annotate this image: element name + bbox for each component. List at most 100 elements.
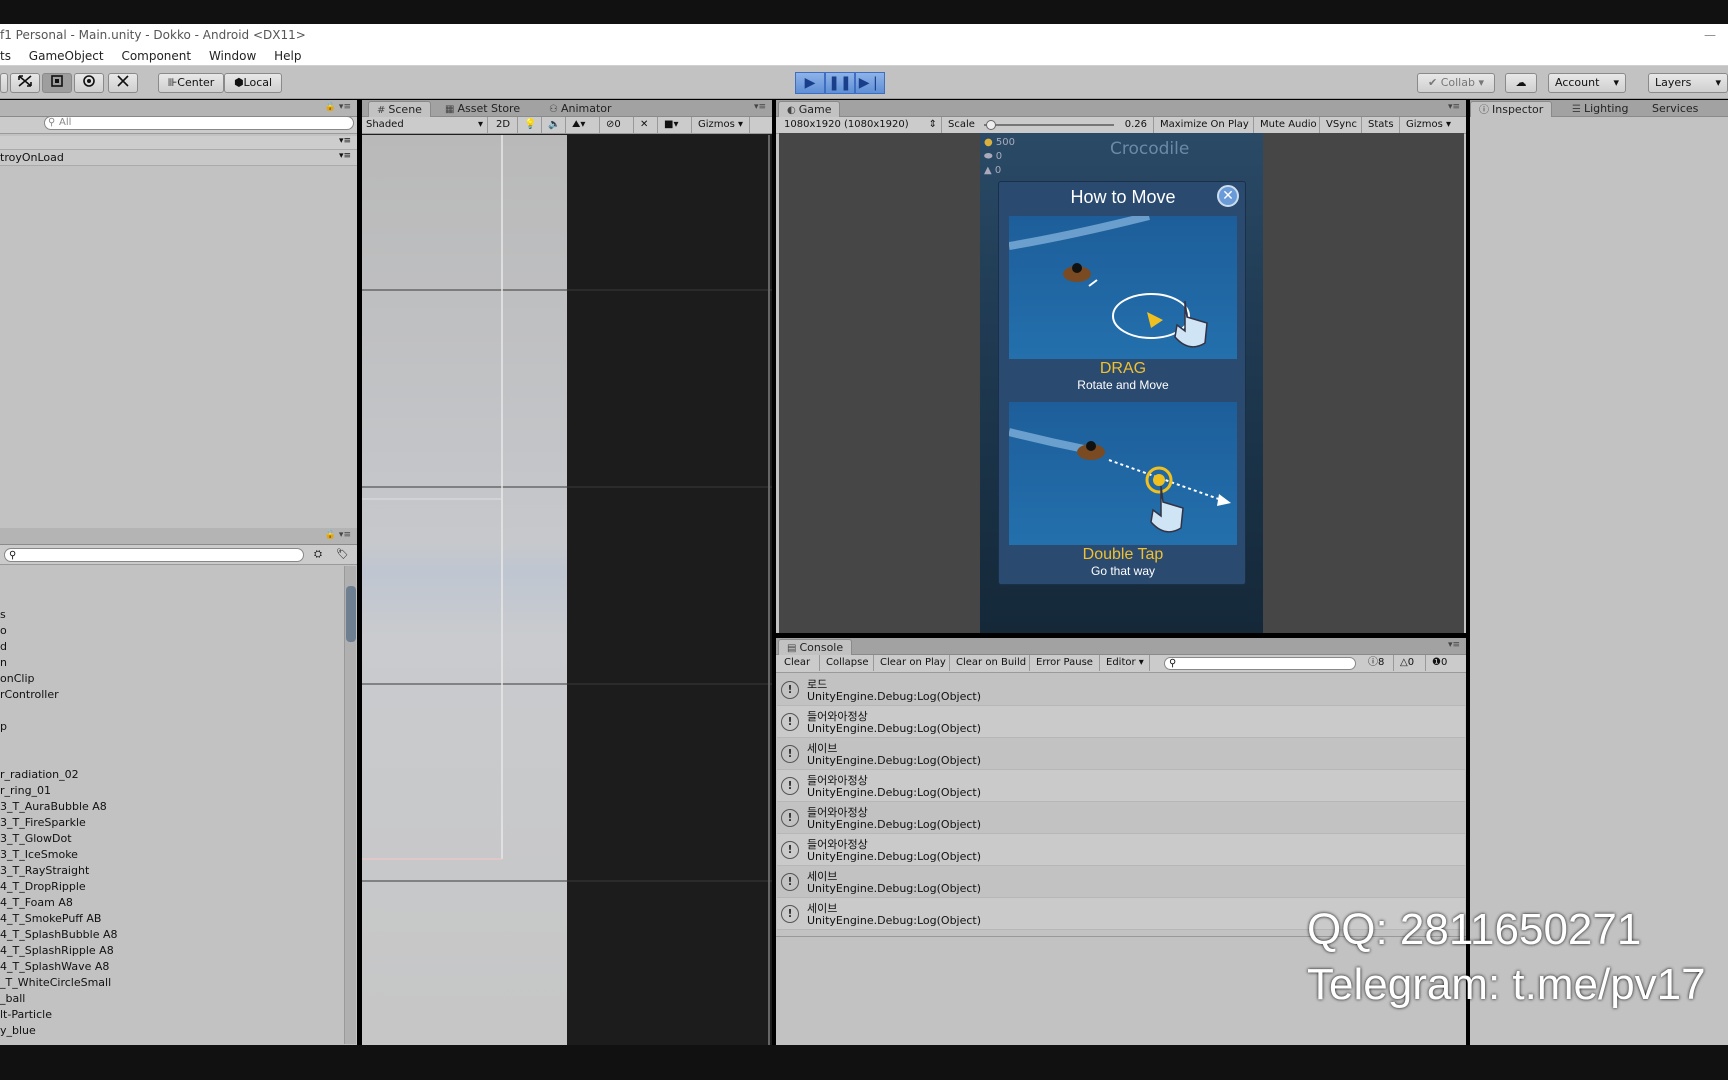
menu-window[interactable]: Window: [209, 46, 256, 66]
project-item[interactable]: 3_T_GlowDot: [0, 832, 72, 845]
console-collapse-toggle[interactable]: Collapse: [822, 655, 874, 671]
filter-type-icon[interactable]: ⛭: [314, 547, 322, 563]
menu-help[interactable]: Help: [274, 46, 301, 66]
panel-menu-icon[interactable]: 🔒 ▾≡: [325, 530, 351, 540]
console-entry[interactable]: ! 세이브 UnityEngine.Debug:Log(Object): [777, 866, 1465, 898]
camera-dropdown[interactable]: ■▾: [660, 117, 692, 133]
log-count-toggle[interactable]: ⓘ8: [1364, 655, 1394, 671]
panel-menu-icon[interactable]: 🔒 ▾≡: [325, 102, 351, 112]
project-item[interactable]: _ball: [0, 992, 25, 1005]
filter-label-icon[interactable]: 🏷: [336, 547, 349, 563]
scene-item-menu-icon[interactable]: ▾≡: [339, 151, 351, 161]
hierarchy-search-input[interactable]: ⚲ All: [44, 116, 354, 130]
cloud-button[interactable]: ☁: [1505, 73, 1537, 93]
stats-toggle[interactable]: Stats: [1364, 117, 1400, 133]
clear-on-play-toggle[interactable]: Clear on Play: [876, 655, 950, 671]
tab-lighting[interactable]: ☰ Lighting: [1564, 101, 1636, 117]
menu-assets[interactable]: ts: [0, 46, 11, 66]
project-item[interactable]: 4_T_DropRipple: [0, 880, 86, 893]
step-button[interactable]: ▶❘: [855, 72, 885, 94]
project-item[interactable]: rController: [0, 688, 59, 701]
lighting-toggle[interactable]: 💡: [520, 117, 542, 133]
scene-item-row[interactable]: troyOnLoad ▾≡: [0, 150, 357, 166]
hidden-objects-toggle[interactable]: ⊘0: [602, 117, 634, 133]
editor-dropdown[interactable]: Editor ▾: [1102, 655, 1150, 671]
project-search-input[interactable]: ⚲: [4, 548, 304, 562]
menu-gameobject[interactable]: GameObject: [29, 46, 104, 66]
console-entry[interactable]: ! 들어와아정상 UnityEngine.Debug:Log(Object): [777, 802, 1465, 834]
warning-count-toggle[interactable]: △0: [1396, 655, 1426, 671]
project-item[interactable]: 3_T_IceSmoke: [0, 848, 78, 861]
scrollbar-thumb[interactable]: [346, 586, 356, 642]
play-button[interactable]: ▶: [795, 72, 825, 94]
layers-dropdown[interactable]: Layers ▾: [1648, 73, 1728, 93]
error-pause-toggle[interactable]: Error Pause: [1032, 655, 1100, 671]
transform-tool-button[interactable]: [74, 73, 104, 93]
console-entry[interactable]: ! 세이브 UnityEngine.Debug:Log(Object): [777, 738, 1465, 770]
custom-tool-button[interactable]: [108, 73, 138, 93]
project-item[interactable]: s: [0, 608, 6, 621]
scale-slider[interactable]: Scale 0.26: [944, 117, 1154, 133]
project-item[interactable]: p: [0, 720, 7, 733]
mute-audio-toggle[interactable]: Mute Audio: [1256, 117, 1320, 133]
account-dropdown[interactable]: Account ▾: [1548, 73, 1626, 93]
project-item[interactable]: 3_T_AuraBubble A8: [0, 800, 107, 813]
move-tool-button[interactable]: [10, 73, 40, 93]
scene-menu-icon[interactable]: ▾≡: [339, 136, 351, 146]
project-item[interactable]: 4_T_SplashRipple A8: [0, 944, 114, 957]
panel-menu-icon[interactable]: ▾≡: [1448, 102, 1460, 112]
scene-gizmos-dropdown[interactable]: Gizmos ▾: [694, 117, 750, 133]
project-item[interactable]: _T_WhiteCircleSmall: [0, 976, 111, 989]
resolution-dropdown[interactable]: 1080x1920 (1080x1920) ⇕: [780, 117, 942, 133]
panel-menu-icon[interactable]: ▾≡: [1448, 640, 1460, 650]
console-entry[interactable]: ! 들어와아정상 UnityEngine.Debug:Log(Object): [777, 770, 1465, 802]
project-item[interactable]: 4_T_Foam A8: [0, 896, 73, 909]
hand-tool-button[interactable]: [0, 73, 8, 93]
project-item[interactable]: 4_T_SmokePuff AB: [0, 912, 101, 925]
tab-services[interactable]: Services: [1644, 101, 1706, 117]
tab-scene[interactable]: # Scene: [368, 101, 431, 117]
project-item[interactable]: d: [0, 640, 7, 653]
project-item[interactable]: onClip: [0, 672, 34, 685]
tab-asset-store[interactable]: ▦ Asset Store: [437, 101, 528, 117]
menu-component[interactable]: Component: [121, 46, 191, 66]
console-entry[interactable]: ! 들어와아정상 UnityEngine.Debug:Log(Object): [777, 834, 1465, 866]
tab-animator[interactable]: ⚇ Animator: [541, 101, 620, 117]
pivot-local-button[interactable]: ⬢Local: [224, 73, 282, 93]
panel-menu-icon[interactable]: ▾≡: [754, 102, 766, 112]
close-icon[interactable]: ✕: [1217, 185, 1239, 207]
project-item[interactable]: 3_T_FireSparkle: [0, 816, 86, 829]
maximize-on-play-toggle[interactable]: Maximize On Play: [1156, 117, 1254, 133]
scene-tools-toggle[interactable]: ✕: [636, 117, 658, 133]
project-item[interactable]: n: [0, 656, 7, 669]
project-item[interactable]: y_blue: [0, 1024, 36, 1037]
console-search-input[interactable]: ⚲: [1164, 657, 1356, 670]
tab-inspector[interactable]: ⓘ Inspector: [1470, 101, 1553, 117]
tab-game[interactable]: ◐ Game: [778, 101, 841, 117]
project-item[interactable]: 4_T_SplashBubble A8: [0, 928, 118, 941]
pause-button[interactable]: ❚❚: [825, 72, 855, 94]
project-item[interactable]: r_ring_01: [0, 784, 51, 797]
collab-button[interactable]: ✔ Collab ▾: [1417, 73, 1495, 93]
clear-on-build-toggle[interactable]: Clear on Build: [952, 655, 1030, 671]
effects-dropdown[interactable]: ⛰▾: [568, 117, 600, 133]
project-item[interactable]: lt-Particle: [0, 1008, 52, 1021]
audio-toggle[interactable]: 🔈: [544, 117, 566, 133]
project-item[interactable]: 4_T_SplashWave A8: [0, 960, 109, 973]
project-item[interactable]: 3_T_RayStraight: [0, 864, 89, 877]
mode-2d-toggle[interactable]: 2D: [492, 117, 518, 133]
minimize-icon[interactable]: —: [1704, 24, 1716, 46]
project-item[interactable]: o: [0, 624, 7, 637]
error-count-toggle[interactable]: ❶0: [1428, 655, 1458, 671]
console-entry[interactable]: ! 로드 UnityEngine.Debug:Log(Object): [777, 674, 1465, 706]
project-scrollbar[interactable]: [344, 566, 356, 1044]
tab-console[interactable]: ▤ Console: [778, 639, 853, 655]
pivot-center-button[interactable]: ⊪Center: [158, 73, 224, 93]
vsync-toggle[interactable]: VSync: [1322, 117, 1362, 133]
scale-knob[interactable]: [985, 120, 996, 130]
shading-mode-dropdown[interactable]: Shaded ▾: [362, 117, 488, 133]
game-gizmos-dropdown[interactable]: Gizmos ▾: [1402, 117, 1462, 133]
rect-tool-button[interactable]: [42, 73, 72, 93]
console-entry[interactable]: ! 들어와아정상 UnityEngine.Debug:Log(Object): [777, 706, 1465, 738]
console-clear-button[interactable]: Clear: [780, 655, 820, 671]
